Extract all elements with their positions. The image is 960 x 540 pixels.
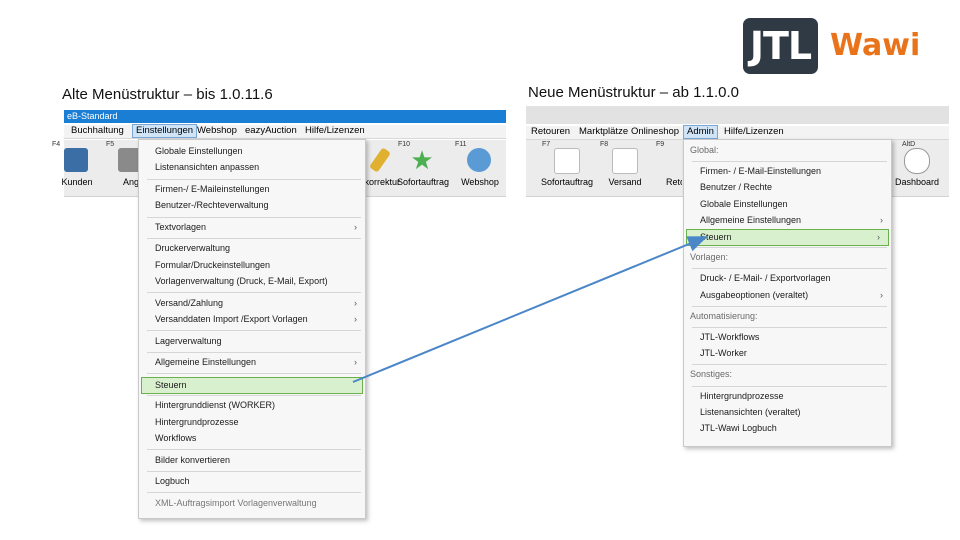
mapping-arrow — [352, 236, 708, 383]
arrow-to-new-steuern — [352, 236, 708, 383]
